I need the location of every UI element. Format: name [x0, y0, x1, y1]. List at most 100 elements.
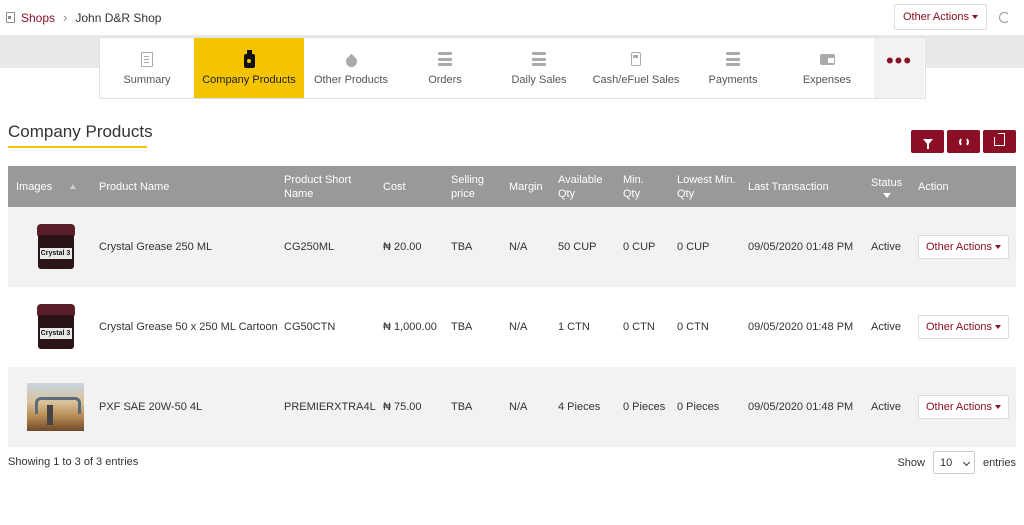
more-icon: •••	[885, 48, 913, 73]
server-icon	[438, 52, 452, 66]
sort-asc-icon	[70, 184, 77, 189]
product-image-text: Crystal 3	[39, 248, 72, 259]
col-product-name-label: Product Name	[99, 180, 170, 193]
export-icon	[994, 137, 1005, 146]
col-status[interactable]: Status	[871, 166, 902, 207]
col-lowest-label-1: Lowest Min.	[677, 173, 736, 186]
col-last-transaction[interactable]: Last Transaction	[748, 166, 829, 207]
row-other-actions-label: Other Actions	[925, 321, 993, 333]
table-info: Showing 1 to 3 of 3 entries	[8, 456, 139, 468]
tab-cash-efuel-sales[interactable]: Cash/eFuel Sales	[586, 38, 686, 98]
col-selling-price[interactable]: Selling price	[451, 166, 484, 207]
export-button[interactable]	[983, 130, 1016, 153]
col-min-label: Min. Qty	[623, 173, 644, 201]
filter-icon[interactable]	[882, 192, 891, 198]
breadcrumb-separator: ›	[63, 10, 68, 25]
col-cost[interactable]: Cost	[383, 166, 406, 207]
table-row: Crystal 3 Crystal Grease 250 ML CG250ML …	[8, 207, 1016, 287]
breadcrumb-current: John D&R Shop	[75, 10, 162, 25]
refresh-icon[interactable]	[999, 12, 1010, 23]
filter-button[interactable]	[911, 130, 944, 153]
tab-payments[interactable]: Payments	[686, 38, 780, 98]
col-lowest-min-qty[interactable]: Lowest Min. Qty	[677, 166, 736, 207]
row-other-actions-button[interactable]: Other Actions	[918, 395, 1009, 419]
col-images-label: Images	[16, 180, 53, 193]
page-size-control: Show 10 entries	[897, 451, 1016, 474]
col-product-name[interactable]: Product Name	[99, 166, 169, 207]
product-cost: ₦ 20.00	[383, 241, 422, 253]
col-min-qty[interactable]: Min. Qty	[623, 166, 644, 207]
product-last-transaction: 09/05/2020 01:48 PM	[748, 241, 854, 253]
caret-down-icon	[995, 325, 1002, 329]
page-size-select[interactable]: 10	[932, 451, 975, 474]
show-label: Show	[897, 456, 925, 469]
col-available-label-2: Qty	[558, 187, 576, 200]
col-margin-label: Margin	[509, 180, 543, 193]
product-name: Crystal Grease 50 x 250 ML Cartoon	[99, 321, 278, 333]
wallet-icon	[819, 53, 835, 65]
col-status-label: Status	[871, 176, 903, 189]
col-available-label: Available Qty	[558, 173, 602, 201]
breadcrumb-shops-link[interactable]: Shops	[21, 11, 55, 25]
refresh-button[interactable]	[947, 130, 980, 153]
other-actions-dropdown[interactable]: Other Actions	[893, 4, 987, 30]
product-short-name: PREMIERXTRA4L	[284, 401, 376, 413]
col-short-name[interactable]: Product Short Name	[284, 166, 351, 207]
row-other-actions-button[interactable]: Other Actions	[918, 235, 1009, 259]
col-min-label-1: Min.	[623, 173, 644, 186]
product-last-transaction: 09/05/2020 01:48 PM	[748, 401, 854, 413]
tab-daily-sales[interactable]: Daily Sales	[492, 38, 586, 98]
document-icon	[141, 51, 153, 67]
col-lowest-label: Lowest Min. Qty	[677, 173, 736, 201]
products-table: Images Product Name Product Short Name Co…	[8, 166, 1016, 447]
drop-icon	[343, 53, 359, 69]
product-image	[27, 383, 84, 431]
product-lowest-min-qty: 0 CTN	[677, 321, 709, 333]
col-margin[interactable]: Margin	[509, 166, 543, 207]
tab-company-products[interactable]: Company Products	[194, 38, 304, 98]
product-available-qty: 4 Pieces	[558, 401, 601, 413]
tab-summary[interactable]: Summary	[100, 38, 194, 98]
col-min-label-2: Qty	[623, 187, 641, 200]
grease-tub-image: Crystal 3	[34, 304, 78, 350]
caret-down-icon	[995, 405, 1002, 409]
product-min-qty: 0 CTN	[623, 321, 655, 333]
product-selling-price: TBA	[451, 241, 473, 253]
col-available-label-1: Available	[558, 173, 603, 186]
table-row: PXF SAE 20W-50 4L PREMIERXTRA4L ₦ 75.00 …	[8, 367, 1016, 447]
tab-orders[interactable]: Orders	[398, 38, 492, 98]
tab-expenses[interactable]: Expenses	[780, 38, 874, 98]
product-status: Active	[871, 401, 901, 413]
col-available-qty[interactable]: Available Qty	[558, 166, 602, 207]
col-action: Action	[918, 166, 949, 207]
table-row: Crystal 3 Crystal Grease 50 x 250 ML Car…	[8, 287, 1016, 367]
caret-down-icon	[995, 245, 1002, 249]
page-title: Company Products	[8, 122, 153, 141]
chevron-down-icon	[962, 458, 971, 467]
breadcrumb: Shops › John D&R Shop	[6, 10, 161, 25]
col-cost-label: Cost	[383, 180, 406, 193]
tab-label: Expenses	[802, 74, 852, 86]
more-tabs-button[interactable]: •••	[874, 38, 924, 98]
top-bar: Shops › John D&R Shop Other Actions	[0, 0, 1024, 35]
col-short-name-label: Product Short Name	[284, 173, 351, 201]
tab-label: Daily Sales	[511, 74, 567, 86]
row-other-actions-label: Other Actions	[925, 401, 993, 413]
tab-label: Other Products	[314, 74, 388, 86]
tab-other-products[interactable]: Other Products	[304, 38, 398, 98]
product-last-transaction: 09/05/2020 01:48 PM	[748, 321, 854, 333]
col-last-transaction-label: Last Transaction	[748, 180, 829, 193]
shop-icon	[6, 12, 15, 23]
tab-label: Payments	[708, 74, 758, 86]
refresh-icon	[958, 136, 969, 147]
product-available-qty: 50 CUP	[558, 241, 597, 253]
product-available-qty: 1 CTN	[558, 321, 590, 333]
product-short-name: CG250ML	[284, 241, 335, 253]
product-margin: N/A	[509, 401, 528, 413]
grease-tub-image: Crystal 3	[34, 224, 78, 270]
server-icon	[726, 52, 740, 66]
col-images[interactable]: Images	[16, 166, 77, 207]
tab-bar: Summary Company Products Other Products …	[99, 37, 926, 99]
row-other-actions-button[interactable]: Other Actions	[918, 315, 1009, 339]
product-margin: N/A	[509, 321, 528, 333]
